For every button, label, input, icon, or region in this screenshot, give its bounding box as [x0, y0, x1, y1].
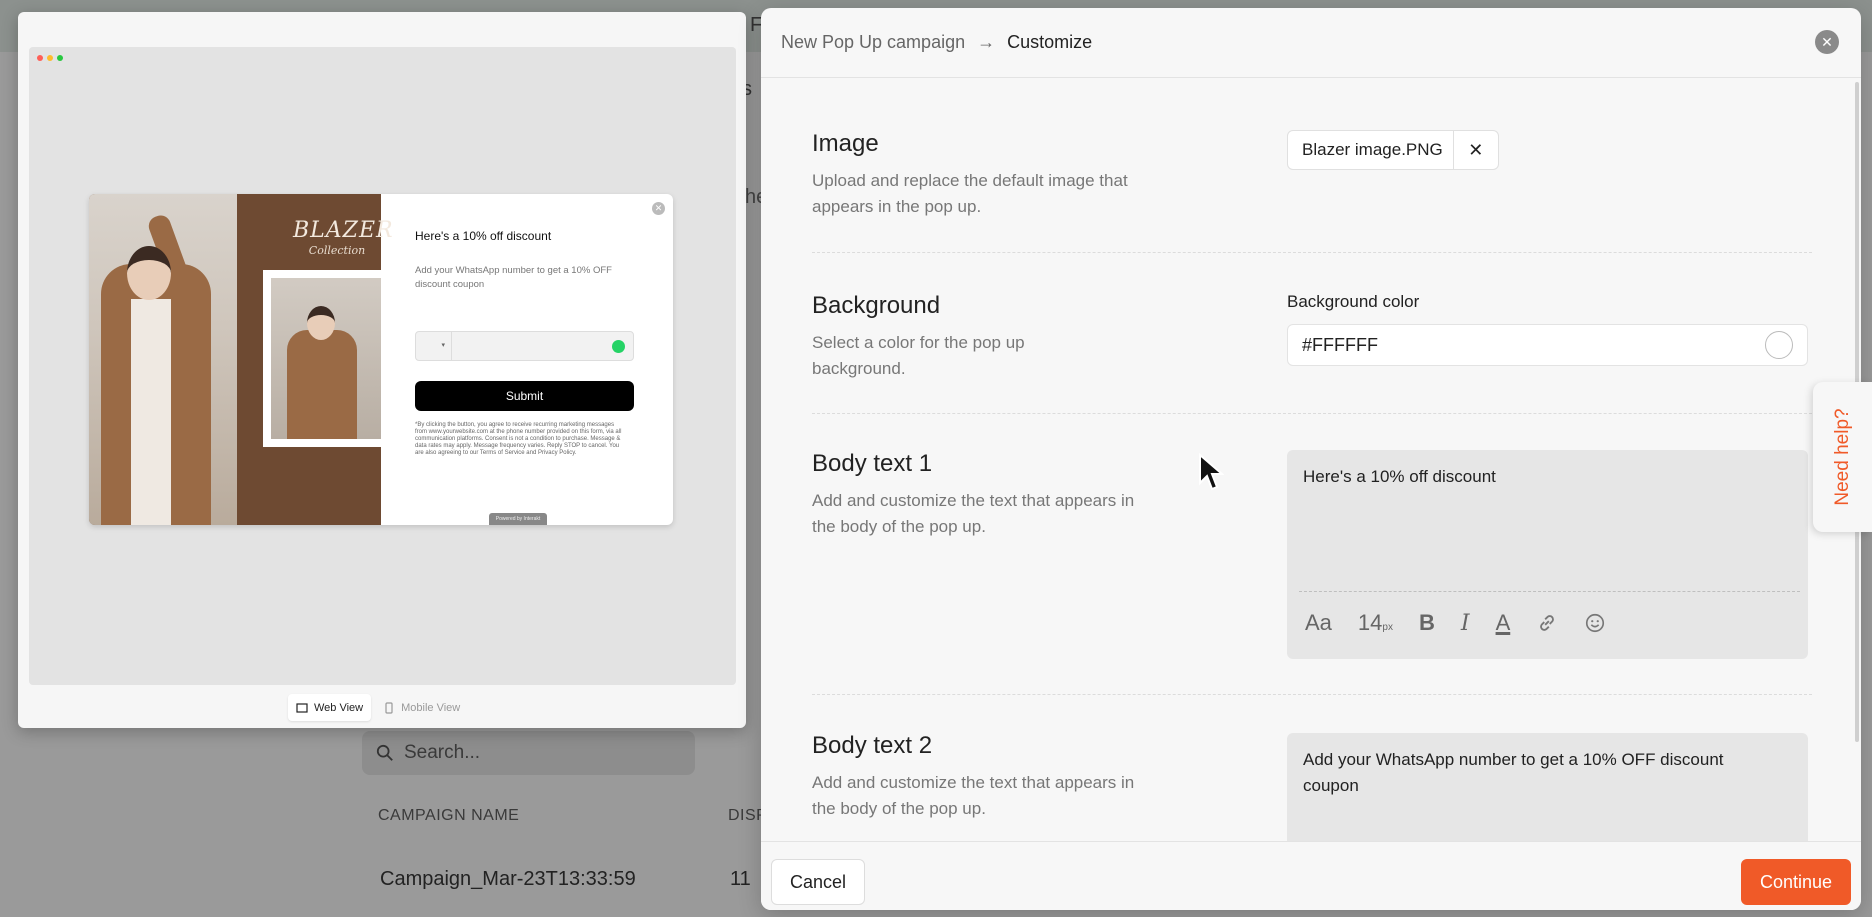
- popup-preview: BLAZER Collection ✕ Here's a 10% off dis…: [89, 194, 673, 525]
- section-divider: [812, 694, 1812, 695]
- breadcrumb-current: Customize: [1007, 32, 1093, 52]
- background-section-desc: Select a color for the pop up background…: [812, 333, 1025, 378]
- uploaded-file-name: Blazer image.PNG: [1288, 131, 1454, 169]
- close-dot-icon: [37, 55, 43, 61]
- text-color-button[interactable]: A: [1496, 610, 1511, 636]
- body-text-1-editor[interactable]: Here's a 10% off discount Aa 14px B I A: [1287, 450, 1808, 659]
- minimize-dot-icon: [47, 55, 53, 61]
- table-row-value: 11: [730, 868, 751, 890]
- monitor-icon: [296, 702, 308, 713]
- zoom-dot-icon: [57, 55, 63, 61]
- section-divider: [812, 252, 1812, 253]
- search-placeholder: Search...: [404, 742, 481, 763]
- mouse-cursor-icon: [1199, 453, 1224, 491]
- cancel-button[interactable]: Cancel: [771, 859, 865, 905]
- body-text-2-input[interactable]: Add your WhatsApp number to get a 10% OF…: [1287, 733, 1787, 813]
- section-divider: [812, 413, 1812, 414]
- emoji-icon[interactable]: [1584, 612, 1606, 634]
- background-color-label: Background color: [1287, 292, 1420, 311]
- web-view-label: Web View: [314, 701, 364, 714]
- body-text-1-input[interactable]: Here's a 10% off discount: [1287, 450, 1808, 504]
- popup-close-icon[interactable]: ✕: [652, 202, 665, 215]
- body-text-2-desc: Add and customize the text that appears …: [812, 773, 1135, 818]
- panel-footer: Cancel Continue: [761, 841, 1861, 910]
- font-size-button[interactable]: 14px: [1358, 610, 1393, 636]
- color-swatch-icon[interactable]: [1765, 331, 1793, 359]
- preview-stage: BLAZER Collection ✕ Here's a 10% off dis…: [29, 47, 736, 685]
- need-help-tab[interactable]: Need help?: [1813, 382, 1872, 532]
- popup-image: BLAZER Collection: [89, 194, 394, 525]
- framed-photo-inner: [271, 278, 381, 439]
- window-dots: [37, 55, 63, 61]
- body-text-1-desc: Add and customize the text that appears …: [812, 491, 1135, 536]
- mobile-view-label: Mobile View: [401, 701, 461, 714]
- text-toolbar: Aa 14px B I A: [1305, 610, 1606, 636]
- body-text-2-editor[interactable]: Add your WhatsApp number to get a 10% OF…: [1287, 733, 1808, 853]
- popup-brand: BLAZER: [293, 218, 394, 243]
- mobile-view-button[interactable]: Mobile View: [375, 694, 468, 721]
- bold-button[interactable]: B: [1419, 610, 1435, 636]
- popup-body: Add your WhatsApp number to get a 10% OF…: [415, 265, 612, 290]
- popup-title: Here's a 10% off discount: [415, 229, 552, 243]
- framed-photo: [263, 270, 381, 447]
- preview-window: BLAZER Collection ✕ Here's a 10% off dis…: [18, 12, 746, 728]
- whatsapp-icon: [612, 340, 625, 353]
- close-icon[interactable]: ✕: [1815, 30, 1839, 54]
- background-color-input[interactable]: #FFFFFF: [1287, 324, 1808, 366]
- popup-legal-text: *By clicking the button, you agree to re…: [415, 422, 622, 456]
- customize-panel: New Pop Up campaign → Customize ✕ Image …: [761, 8, 1861, 910]
- panel-header: New Pop Up campaign → Customize: [761, 8, 1861, 78]
- link-icon[interactable]: [1536, 612, 1558, 634]
- model-sweater: [131, 299, 171, 525]
- breadcrumb-arrow-icon: →: [977, 32, 996, 52]
- italic-button[interactable]: I: [1461, 611, 1470, 636]
- remove-file-icon[interactable]: ✕: [1454, 140, 1498, 161]
- editor-separator: [1299, 591, 1800, 592]
- popup-submit-button[interactable]: Submit: [415, 381, 634, 411]
- country-code-select[interactable]: ▾: [416, 332, 452, 360]
- font-family-button[interactable]: Aa: [1305, 610, 1332, 636]
- need-help-label: Need help?: [1832, 408, 1853, 506]
- popup-phone-field[interactable]: ▾: [415, 331, 634, 361]
- uploaded-file-chip[interactable]: Blazer image.PNG ✕: [1287, 130, 1499, 170]
- powered-by-badge: Powered by Interakt: [489, 513, 547, 525]
- search-icon: [376, 744, 393, 761]
- continue-button[interactable]: Continue: [1741, 859, 1851, 905]
- background-search[interactable]: Search...: [362, 731, 695, 775]
- font-size-unit: px: [1382, 622, 1393, 633]
- web-view-button[interactable]: Web View: [288, 694, 372, 721]
- framed-coat: [287, 330, 357, 439]
- table-row-name[interactable]: Campaign_Mar-23T13:33:59: [380, 868, 636, 891]
- background-color-value: #FFFFFF: [1302, 334, 1378, 355]
- view-toggle: Web View Mobile View: [288, 694, 468, 721]
- column-header-campaign-name: CAMPAIGN NAME: [378, 807, 520, 824]
- phone-icon: [385, 701, 393, 714]
- popup-brand-sub: Collection: [308, 244, 366, 257]
- breadcrumb-parent[interactable]: New Pop Up campaign: [781, 32, 965, 53]
- model-photo: [89, 194, 237, 525]
- image-section-desc: Upload and replace the default image tha…: [812, 171, 1128, 216]
- framed-head: [307, 306, 335, 340]
- font-size-value: 14: [1357, 610, 1383, 635]
- model-head: [127, 246, 171, 300]
